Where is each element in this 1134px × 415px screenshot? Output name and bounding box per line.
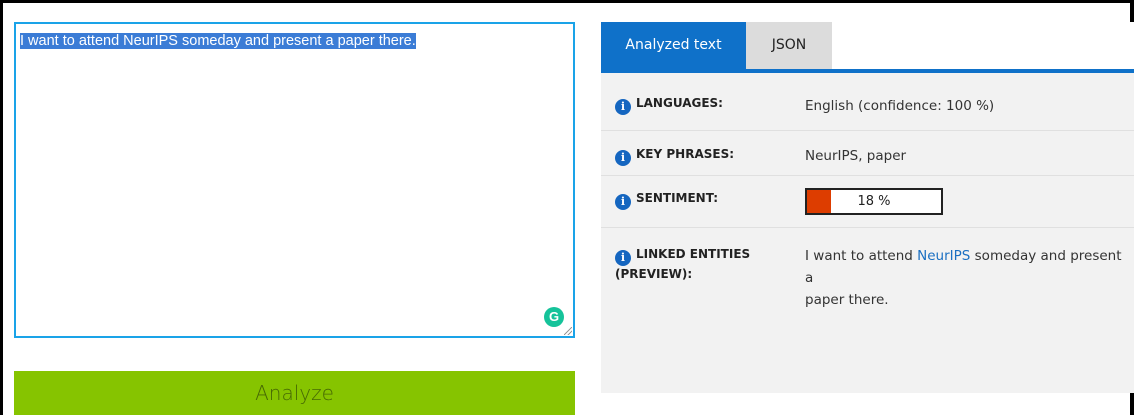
info-icon[interactable]: i [615,99,631,115]
row-languages: i LANGUAGES: English (confidence: 100 %) [601,73,1134,131]
info-icon[interactable]: i [615,150,631,166]
row-linked-entities: i LINKED ENTITIES (PREVIEW): I want to at… [601,228,1134,393]
linked-text-line2: paper there. [805,292,889,308]
linked-entities-label-line1: LINKED ENTITIES [636,247,751,261]
languages-label-text: LANGUAGES: [636,96,723,110]
info-icon[interactable]: i [615,250,631,266]
frame-left-border [0,0,3,415]
sentiment-label: i SENTIMENT: [615,190,718,210]
text-input-area[interactable]: I want to attend NeurIPS someday and pre… [14,22,575,338]
analyze-button-label: Analyze [255,381,334,405]
tab-analyzed-text[interactable]: Analyzed text [601,22,746,69]
linked-entities-label-line2: (PREVIEW): [615,267,693,281]
languages-label: i LANGUAGES: [615,95,723,115]
analyze-button[interactable]: Analyze [14,371,575,415]
key-phrases-label: i KEY PHRASES: [615,146,734,166]
results-panel: Analyzed text JSON i LANGUAGES: English (… [601,22,1134,393]
grammarly-icon[interactable]: G [544,307,564,327]
languages-value: English (confidence: 100 %) [805,98,995,114]
results-tabs: Analyzed text JSON [601,22,1134,73]
key-phrases-label-text: KEY PHRASES: [636,147,735,161]
frame-top-border [0,0,1134,3]
sentiment-value: 18 % [857,194,891,209]
sentiment-bar: 18 % [805,188,943,215]
linked-entities-label: i LINKED ENTITIES (PREVIEW): [615,246,750,283]
linked-text-before: I want to attend [805,248,918,264]
key-phrases-value: NeurIPS, paper [805,148,907,164]
selected-text: I want to attend NeurIPS someday and pre… [20,33,416,49]
row-key-phrases: i KEY PHRASES: NeurIPS, paper [601,131,1134,176]
editor-text: I want to attend NeurIPS someday and pre… [20,31,416,51]
info-icon[interactable]: i [615,194,631,210]
tab-json[interactable]: JSON [746,22,832,69]
entity-link-neurips[interactable]: NeurIPS [917,248,970,264]
sentiment-label-text: SENTIMENT: [636,191,719,205]
linked-entities-value: I want to attend NeurIPS someday and pre… [805,245,1134,311]
resize-grip-icon[interactable] [564,327,572,335]
